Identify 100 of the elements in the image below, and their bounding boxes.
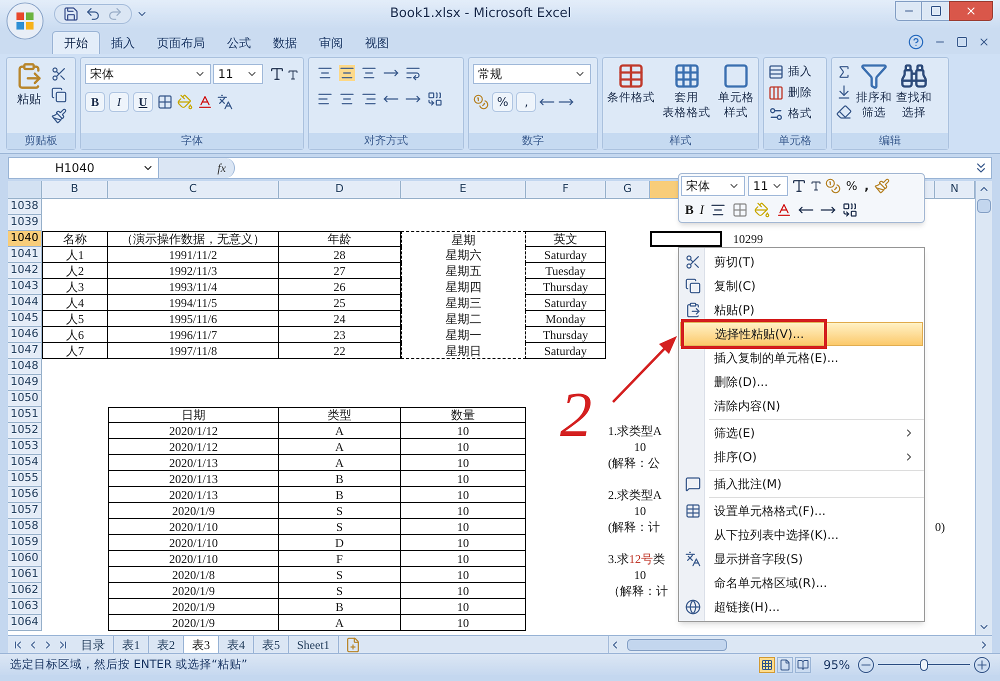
percent-button[interactable]: % <box>844 177 860 195</box>
menu-item[interactable]: 插入批注(M) <box>680 472 923 496</box>
number-format-field[interactable]: 常规 <box>473 64 591 84</box>
row-header[interactable]: 1064 <box>8 615 42 631</box>
column-header[interactable]: E <box>401 181 526 198</box>
middle-align-icon[interactable] <box>339 65 355 81</box>
shrink-font-icon[interactable] <box>287 69 299 81</box>
view-button[interactable] <box>777 656 794 672</box>
font-name-field[interactable]: 宋体 <box>681 176 745 196</box>
merge-icon[interactable] <box>842 202 858 218</box>
borders-icon[interactable] <box>157 94 173 110</box>
cut-icon[interactable] <box>51 66 67 82</box>
view-button[interactable] <box>795 656 812 672</box>
grow-font-icon[interactable] <box>269 66 285 82</box>
row-header[interactable]: 1038 <box>8 199 42 215</box>
align-left-icon[interactable] <box>317 91 333 107</box>
row-header[interactable]: 1056 <box>8 487 42 503</box>
row-header[interactable]: 1046 <box>8 327 42 343</box>
last-sheet-icon[interactable] <box>57 638 69 650</box>
merge-icon[interactable] <box>427 91 443 107</box>
column-header[interactable]: D <box>279 181 401 198</box>
format-painter-icon[interactable] <box>51 108 67 124</box>
clear-icon[interactable] <box>836 104 852 120</box>
ribbon-tab[interactable]: 视图 <box>354 31 400 54</box>
menu-item[interactable]: 显示拼音字段(S) <box>680 547 923 571</box>
row-header[interactable]: 1053 <box>8 439 42 455</box>
view-button[interactable] <box>759 656 776 672</box>
font-color-icon[interactable] <box>776 202 792 218</box>
close-button[interactable] <box>949 1 993 21</box>
menu-item[interactable]: 命名单元格区域(R)... <box>680 571 923 595</box>
row-header[interactable]: 1039 <box>8 215 42 231</box>
ribbon-tab[interactable]: 插入 <box>100 31 146 54</box>
vertical-scrollbar[interactable] <box>975 181 992 635</box>
first-sheet-icon[interactable] <box>12 638 24 650</box>
row-header[interactable]: 1043 <box>8 279 42 295</box>
font-size-field[interactable]: 11 <box>213 64 263 84</box>
row-header[interactable]: 1063 <box>8 599 42 615</box>
menu-item[interactable]: 选择性粘贴(V)... <box>680 322 923 346</box>
row-header[interactable]: 1048 <box>8 359 42 375</box>
row-header[interactable]: 1047 <box>8 343 42 359</box>
align-center-icon[interactable] <box>339 91 355 107</box>
fill-color-icon[interactable] <box>177 94 193 110</box>
zoom-level[interactable]: 95% <box>823 656 850 674</box>
row-header[interactable]: 1045 <box>8 311 42 327</box>
menu-item[interactable]: 设置单元格格式(F)... <box>680 499 923 523</box>
wrap-text-icon[interactable] <box>405 65 421 81</box>
ribbon-tab[interactable]: 页面布局 <box>146 31 216 54</box>
new-sheet-icon[interactable] <box>344 636 361 652</box>
format-painter-icon[interactable] <box>874 178 890 194</box>
currency-icon[interactable] <box>473 94 489 110</box>
row-header[interactable]: 1058 <box>8 519 42 535</box>
row-header[interactable]: 1042 <box>8 263 42 279</box>
row-header[interactable]: 1051 <box>8 407 42 423</box>
comma-button[interactable]: , <box>862 177 871 195</box>
phonetic-icon[interactable] <box>217 94 233 110</box>
style-button[interactable]: 单元格 样式 <box>718 90 754 120</box>
menu-item[interactable]: 插入复制的单元格(E)... <box>680 346 923 370</box>
menu-item[interactable]: 剪切(T) <box>680 250 923 274</box>
row-header[interactable]: 1041 <box>8 247 42 263</box>
column-header[interactable]: C <box>108 181 279 198</box>
column-header[interactable]: G <box>606 181 650 198</box>
italic-button[interactable]: I <box>700 200 704 220</box>
menu-item[interactable]: 复制(C) <box>680 274 923 298</box>
row-header[interactable]: 1040 <box>8 231 42 247</box>
row-header[interactable]: 1044 <box>8 295 42 311</box>
scroll-thumb[interactable] <box>977 199 991 213</box>
zoom-slider[interactable] <box>878 658 970 670</box>
top-align-icon[interactable] <box>317 65 333 81</box>
zoom-out-icon[interactable] <box>858 656 874 672</box>
ribbon-tab[interactable]: 公式 <box>216 31 262 54</box>
grow-font-icon[interactable] <box>791 178 807 194</box>
percent-button[interactable]: % <box>492 92 514 112</box>
ribbon-tab[interactable]: 数据 <box>262 31 308 54</box>
style-button[interactable]: 套用 表格格式 <box>662 90 710 120</box>
paste-button[interactable]: 粘贴 <box>11 62 47 133</box>
fill-color-icon[interactable] <box>754 202 770 218</box>
row-header[interactable]: 1049 <box>8 375 42 391</box>
menu-item[interactable]: 删除(D)... <box>680 370 923 394</box>
column-header[interactable]: B <box>42 181 108 198</box>
style-button[interactable]: 条件格式 <box>607 90 655 105</box>
slider-thumb[interactable] <box>920 658 928 670</box>
bold-button[interactable]: B <box>685 200 694 220</box>
comma-button[interactable]: , <box>516 92 536 112</box>
fill-icon[interactable] <box>836 84 852 100</box>
editing-button[interactable]: 排序和 筛选 <box>856 90 892 120</box>
cells-button[interactable]: 插入 <box>788 62 812 80</box>
save-icon[interactable] <box>63 6 79 22</box>
row-header[interactable]: 1057 <box>8 503 42 519</box>
row-header[interactable]: 1060 <box>8 551 42 567</box>
help-icon[interactable] <box>908 34 924 50</box>
zoom-in-icon[interactable] <box>974 656 990 672</box>
copy-icon[interactable] <box>51 87 67 103</box>
menu-item[interactable]: 从下拉列表中选择(K)... <box>680 523 923 547</box>
row-header[interactable]: 1059 <box>8 535 42 551</box>
bottom-align-icon[interactable] <box>361 65 377 81</box>
underline-button[interactable]: U <box>133 92 153 112</box>
row-header[interactable]: 1062 <box>8 583 42 599</box>
menu-item[interactable]: 粘贴(P) <box>680 298 923 322</box>
editing-button[interactable]: 查找和 选择 <box>896 90 932 120</box>
shrink-font-icon[interactable] <box>810 180 822 192</box>
